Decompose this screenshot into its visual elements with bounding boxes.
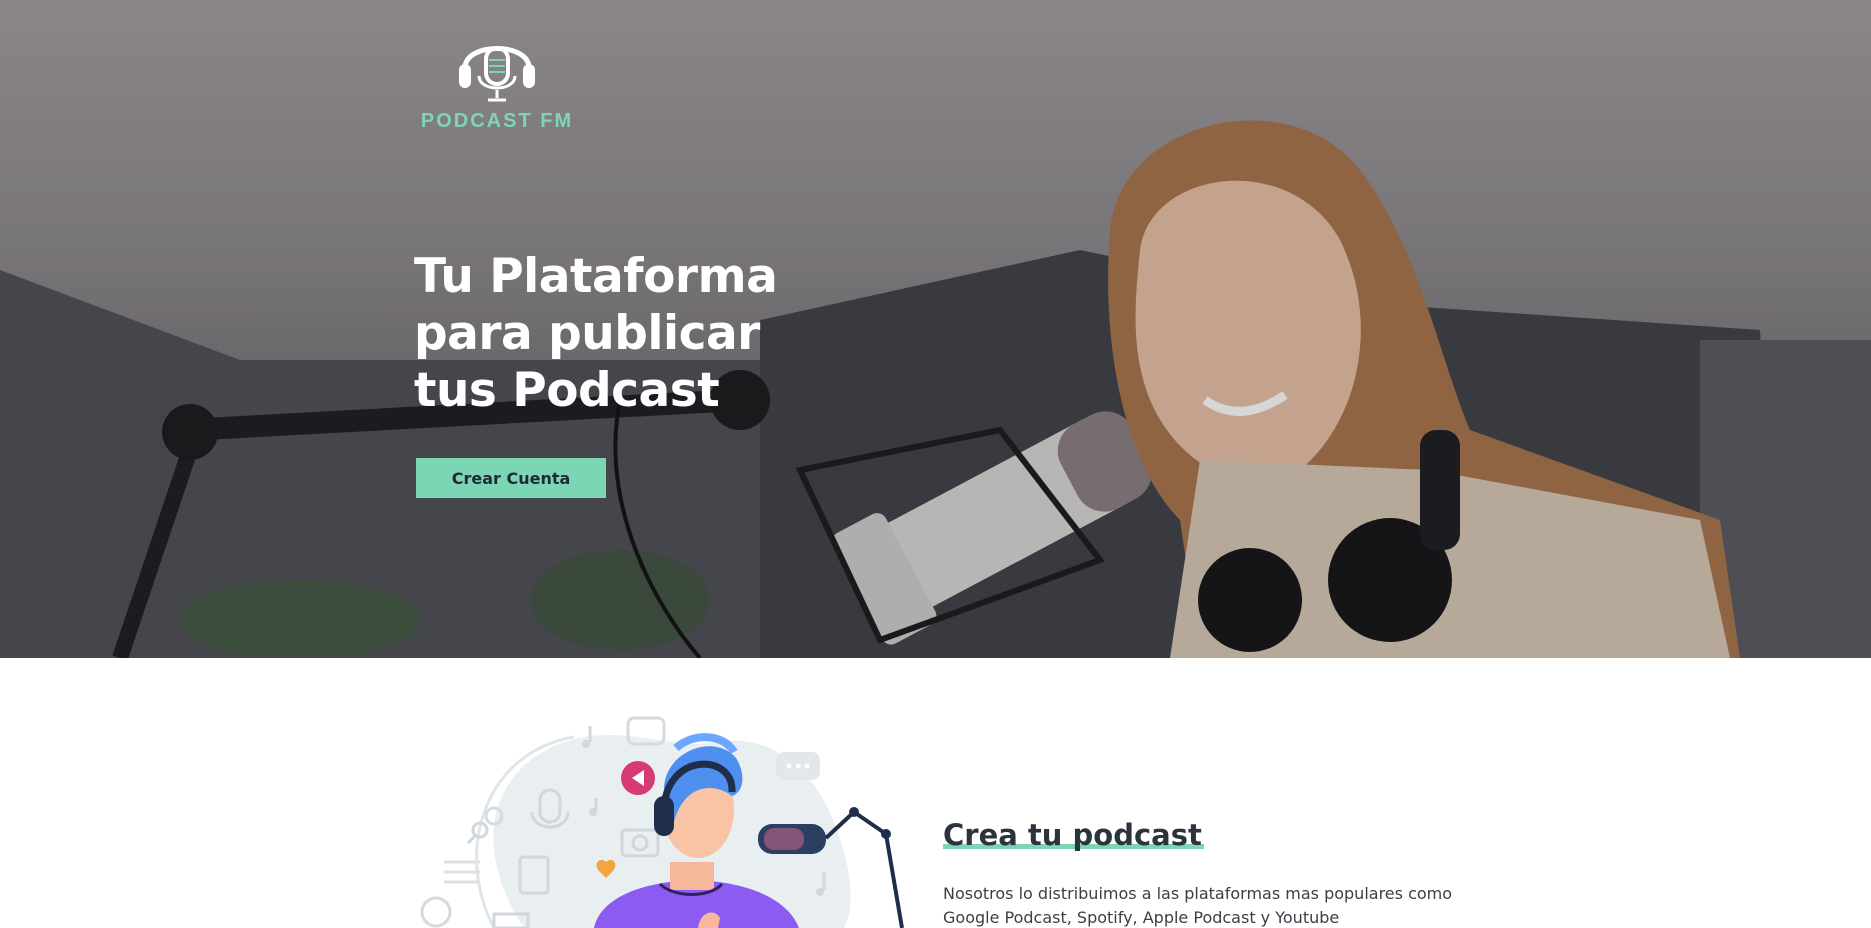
hero-section: PODCAST FM Tu Plataforma para publicar t… [0,0,1871,658]
brand-logo[interactable]: PODCAST FM [414,26,580,136]
feature-description: Nosotros lo distribuimos a las plataform… [943,884,1453,927]
podcaster-illustration [420,716,904,928]
hero-title: Tu Plataforma para publicar tus Podcast [414,248,834,419]
hero-title-line-3: tus Podcast [414,363,720,418]
feature-title: Crea tu podcast [943,818,1204,852]
hero-title-line-2: para publicar [414,306,760,361]
hero-overlay [0,0,1871,658]
brand-name: PODCAST FM [420,110,574,132]
create-account-button[interactable]: Crear Cuenta [416,458,606,498]
microphone-headphones-icon [459,46,535,102]
hero-title-line-1: Tu Plataforma [414,249,778,304]
